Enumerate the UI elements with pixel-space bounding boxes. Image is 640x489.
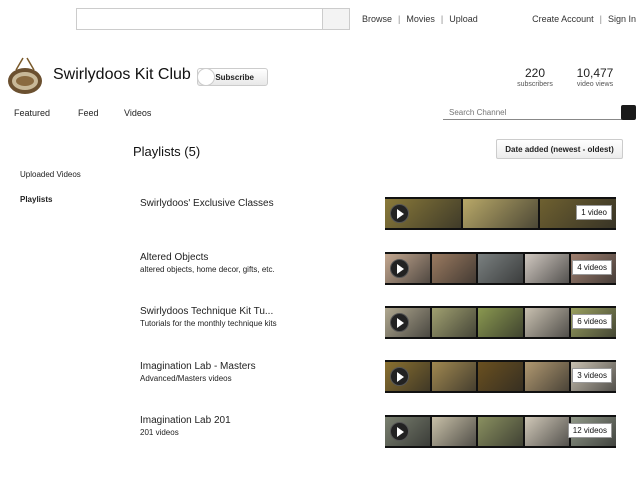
video-count-badge: 4 videos bbox=[572, 260, 612, 275]
subscribe-label: Subscribe bbox=[215, 72, 254, 82]
playlist-title[interactable]: Swirlydoos' Exclusive Classes bbox=[140, 198, 274, 209]
nav-upload-link[interactable]: Upload bbox=[449, 14, 478, 24]
video-thumbnail[interactable] bbox=[478, 254, 523, 283]
channel-search-button[interactable] bbox=[621, 105, 636, 120]
video-thumbnail[interactable] bbox=[431, 362, 477, 391]
video-count-badge: 3 videos bbox=[572, 368, 612, 383]
video-thumbnail[interactable] bbox=[462, 199, 539, 228]
playlist-title[interactable]: Imagination Lab - Masters bbox=[140, 361, 256, 372]
tab-feed[interactable]: Feed bbox=[78, 108, 99, 118]
video-thumbnail[interactable] bbox=[431, 417, 477, 446]
channel-search-input[interactable] bbox=[443, 106, 622, 120]
video-thumbnail[interactable] bbox=[478, 417, 523, 446]
site-search-button[interactable] bbox=[322, 8, 350, 30]
play-icon[interactable] bbox=[390, 313, 409, 332]
video-thumbnail[interactable] bbox=[431, 308, 477, 337]
playlist-description: Advanced/Masters videos bbox=[140, 374, 232, 383]
channel-title: Swirlydoos Kit Club bbox=[53, 66, 191, 83]
view-number: 10,477 bbox=[576, 66, 614, 80]
video-count-badge: 1 video bbox=[576, 205, 612, 220]
video-thumbnail[interactable] bbox=[431, 254, 477, 283]
sort-dropdown[interactable]: Date added (newest - oldest) bbox=[496, 139, 623, 159]
playlist-title[interactable]: Swirlydoos Technique Kit Tu... bbox=[140, 306, 273, 317]
video-count-badge: 12 videos bbox=[567, 423, 612, 438]
site-search-input[interactable] bbox=[76, 8, 350, 30]
sign-in-link[interactable]: Sign In bbox=[608, 14, 636, 24]
playlist-thumbnail-strip[interactable]: 1 video bbox=[385, 197, 616, 230]
top-nav-right: Create Account | Sign In bbox=[532, 14, 636, 24]
sidebar-item-playlists[interactable]: Playlists bbox=[20, 195, 52, 204]
play-icon[interactable] bbox=[390, 259, 409, 278]
play-icon[interactable] bbox=[390, 204, 409, 223]
top-nav-left: Browse | Movies | Upload bbox=[362, 14, 478, 24]
section-title: Playlists (5) bbox=[133, 144, 201, 159]
playlist-description: Tutorials for the monthly technique kits bbox=[140, 319, 277, 328]
nav-movies-link[interactable]: Movies bbox=[406, 14, 435, 24]
channel-avatar[interactable] bbox=[6, 56, 44, 96]
playlist-title[interactable]: Imagination Lab 201 bbox=[140, 415, 231, 426]
video-thumbnail[interactable] bbox=[478, 308, 523, 337]
video-thumbnail[interactable] bbox=[524, 362, 570, 391]
playlist-description: 201 videos bbox=[140, 428, 179, 437]
subscriber-number: 220 bbox=[524, 66, 546, 80]
play-icon[interactable] bbox=[390, 367, 409, 386]
playlist-thumbnail-strip[interactable]: 6 videos bbox=[385, 306, 616, 339]
sidebar-item-uploaded[interactable]: Uploaded Videos bbox=[20, 170, 81, 179]
playlist-thumbnail-strip[interactable]: 3 videos bbox=[385, 360, 616, 393]
tab-videos[interactable]: Videos bbox=[124, 108, 151, 118]
view-label: video views bbox=[576, 81, 614, 88]
video-count-badge: 6 videos bbox=[572, 314, 612, 329]
playlist-description: altered objects, home decor, gifts, etc. bbox=[140, 265, 275, 274]
tab-featured[interactable]: Featured bbox=[14, 108, 50, 118]
video-thumbnail[interactable] bbox=[524, 308, 570, 337]
subscriber-count: 220 subscribers bbox=[510, 66, 560, 88]
nav-browse-link[interactable]: Browse bbox=[362, 14, 392, 24]
subscribe-button[interactable]: Subscribe bbox=[197, 68, 268, 86]
subscribe-toggle-icon bbox=[197, 68, 215, 86]
playlist-thumbnail-strip[interactable]: 12 videos bbox=[385, 415, 616, 448]
video-thumbnail[interactable] bbox=[524, 417, 570, 446]
video-thumbnail[interactable] bbox=[478, 362, 523, 391]
play-icon[interactable] bbox=[390, 422, 409, 441]
create-account-link[interactable]: Create Account bbox=[532, 14, 594, 24]
playlist-title[interactable]: Altered Objects bbox=[140, 252, 208, 263]
subscriber-label: subscribers bbox=[517, 81, 553, 88]
video-thumbnail[interactable] bbox=[524, 254, 570, 283]
playlist-thumbnail-strip[interactable]: 4 videos bbox=[385, 252, 616, 285]
view-count: 10,477 video views bbox=[570, 66, 620, 88]
